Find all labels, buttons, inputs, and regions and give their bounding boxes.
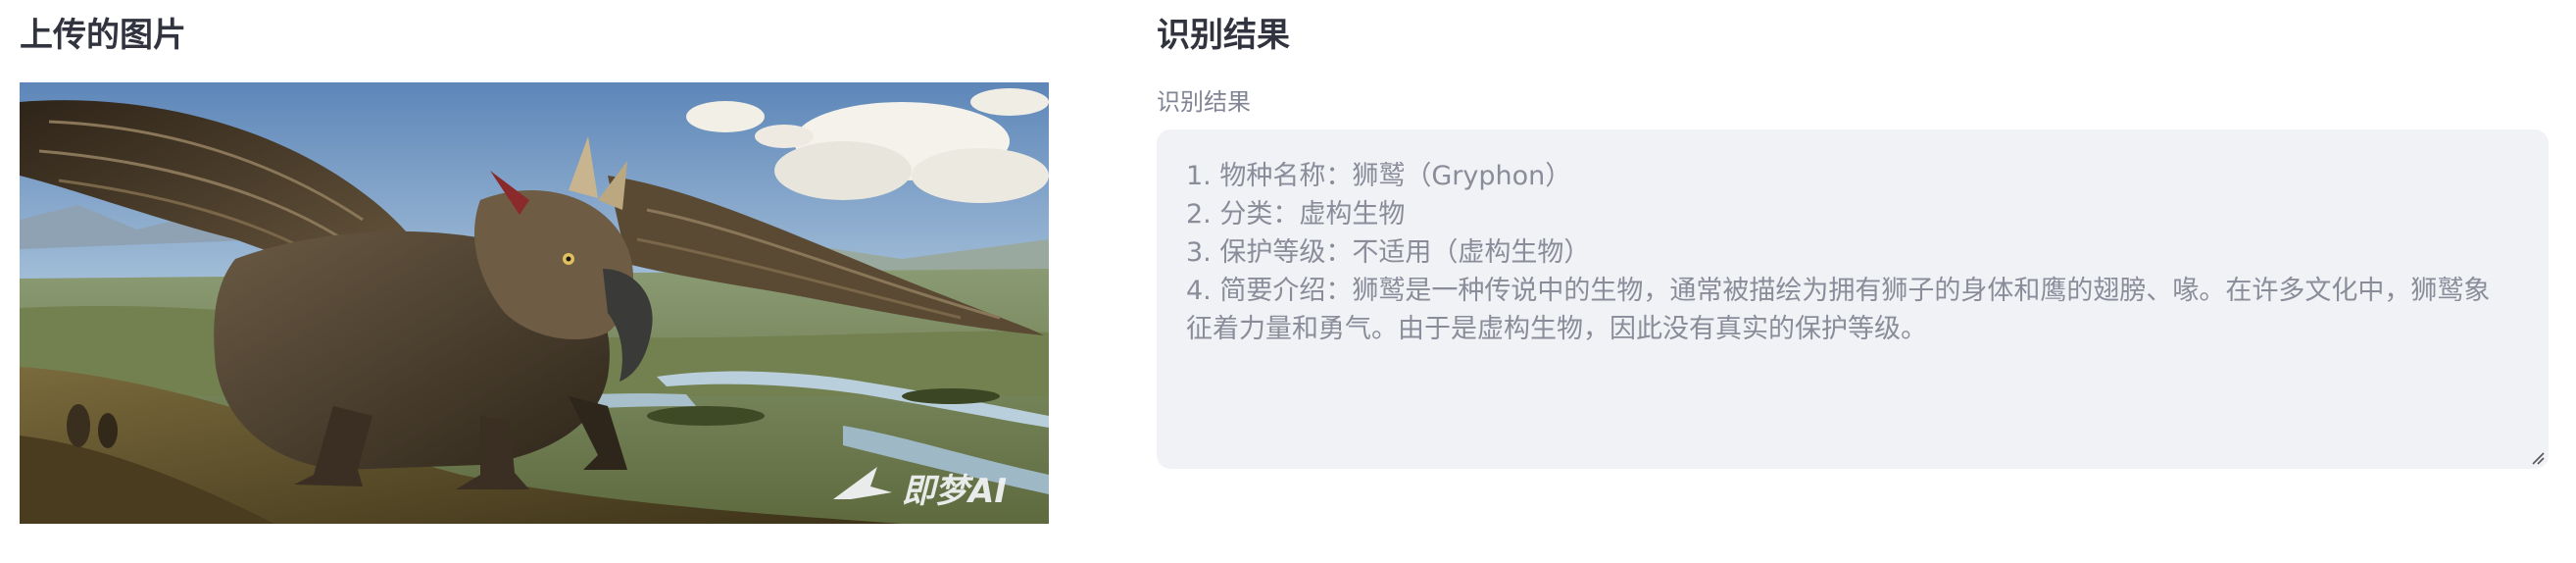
result-title: 识别结果 [1157, 16, 1290, 55]
uploaded-image: 即梦AI [20, 82, 1049, 524]
result-textarea[interactable]: 1. 物种名称：狮鹫（Gryphon） 2. 分类：虚构生物 3. 保护等级：不… [1157, 129, 2549, 469]
uploaded-image-title: 上传的图片 [20, 16, 186, 55]
griffin-illustration: 即梦AI [20, 82, 1049, 524]
resize-handle-icon[interactable] [2531, 451, 2545, 465]
watermark-text: 即梦AI [902, 472, 1007, 511]
result-line-intro: 4. 简要介绍：狮鹫是一种传说中的生物，通常被描绘为拥有狮子的身体和鹰的翅膀、喙… [1186, 276, 2491, 306]
result-field-label: 识别结果 [1157, 88, 1251, 116]
result-line-intro-cont: 征着力量和勇气。由于是虚构生物，因此没有真实的保护等级。 [1186, 314, 1927, 344]
result-line-protection: 3. 保护等级：不适用（虚构生物） [1186, 237, 1591, 268]
result-line-species: 1. 物种名称：狮鹫（Gryphon） [1186, 161, 1572, 191]
result-line-category: 2. 分类：虚构生物 [1186, 199, 1406, 230]
